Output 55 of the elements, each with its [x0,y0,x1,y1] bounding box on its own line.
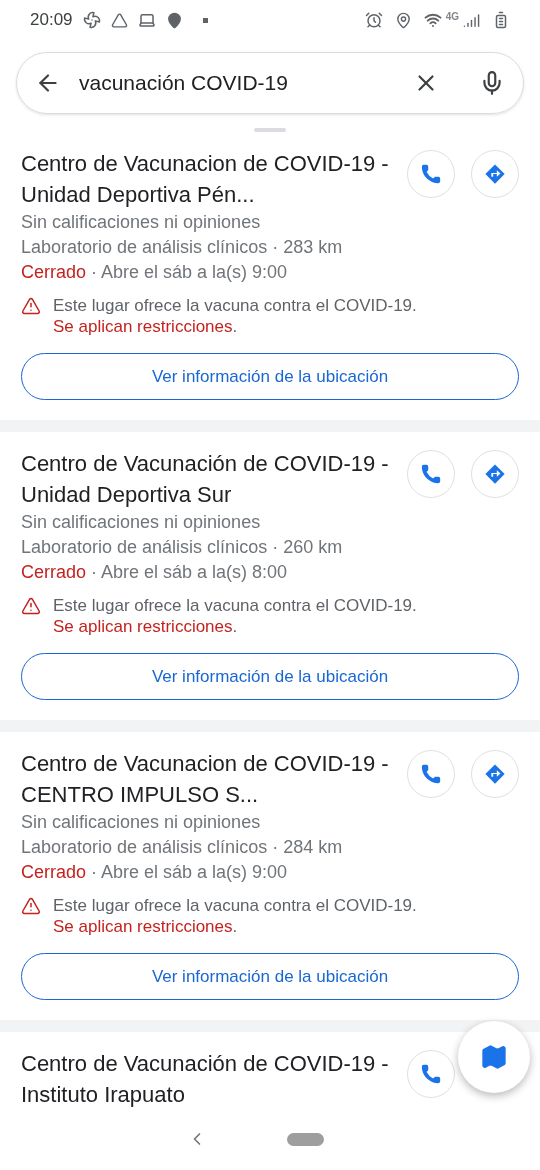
category-text: Laboratorio de análisis clínicos · 283 km [21,236,344,259]
status-text: Cerrado [21,261,87,284]
restrictions-link[interactable]: Se aplican restricciones [53,917,233,936]
alarm-icon [364,11,383,29]
wifi-icon [423,11,442,29]
hours-text: · Abre el sáb a la(s) 9:00 [91,861,288,884]
warning-icon [21,296,41,316]
time-text: 20:09 [30,9,73,32]
phone-icon [420,463,442,485]
call-button[interactable] [407,750,455,798]
location-info-button[interactable]: Ver información de la ubicación [21,353,519,400]
hours-text: · Abre el sáb a la(s) 8:00 [91,561,288,584]
warning-icon [21,896,41,916]
location-pin-icon [394,11,412,29]
location-info-button[interactable]: Ver información de la ubicación [21,653,519,700]
call-button[interactable] [407,1050,455,1098]
restrictions-link[interactable]: Se aplican restricciones [53,317,233,336]
phone-icon [420,163,442,185]
category-text: Laboratorio de análisis clínicos · 260 km [21,536,344,559]
rating-text: Sin calificaciones ni opiniones [21,211,262,234]
call-button[interactable] [407,450,455,498]
directions-button[interactable] [471,450,519,498]
warning-text: Este lugar ofrece la vacuna contra el COVID-19. Se aplican restricciones. [53,895,418,937]
warning-text: Este lugar ofrece la vacuna contra el COVID-19. Se aplican restricciones. [53,295,418,337]
fan-icon [82,11,101,29]
directions-icon [484,763,506,785]
triangle-icon [110,11,128,29]
warning-icon [21,596,41,616]
call-button[interactable] [407,150,455,198]
directions-button[interactable] [471,150,519,198]
phone-icon [420,1063,442,1085]
rating-text: Sin calificaciones ni opiniones [21,511,262,534]
directions-icon [484,463,506,485]
category-text: Laboratorio de análisis clínicos · 284 km [21,836,344,859]
warning-text: Este lugar ofrece la vacuna contra el COVID-19. Se aplican restricciones. [53,595,418,637]
location-pin-icon [165,11,183,29]
laptop-icon [137,11,156,29]
search-query: vacunación COVID-19 [79,70,289,97]
drag-handle[interactable] [254,128,286,132]
network-type-text: 4G [445,9,459,24]
place-title[interactable]: Centro de Vacunación de COVID-19 - Unidad Deportiva Sur [21,448,407,510]
status-text: Cerrado [21,861,87,884]
status-text: Cerrado [21,561,87,584]
map-icon [480,1043,508,1071]
rating-text: Sin calificaciones ni opiniones [21,811,262,834]
restrictions-link[interactable]: Se aplican restricciones [53,617,233,636]
directions-icon [484,163,506,185]
place-title[interactable]: Centro de Vacunacion de COVID-19 - Unidad Deportiva Pén... [21,148,407,210]
place-title[interactable]: Centro de Vacunacion de COVID-19 - CENTRO IMPULSO S... [21,748,407,810]
hours-text: · Abre el sáb a la(s) 9:00 [91,261,288,284]
signal-icon [463,11,480,29]
directions-button[interactable] [471,750,519,798]
phone-icon [420,763,442,785]
location-info-button[interactable]: Ver información de la ubicación [21,953,519,1000]
home-pill[interactable] [286,1132,324,1146]
